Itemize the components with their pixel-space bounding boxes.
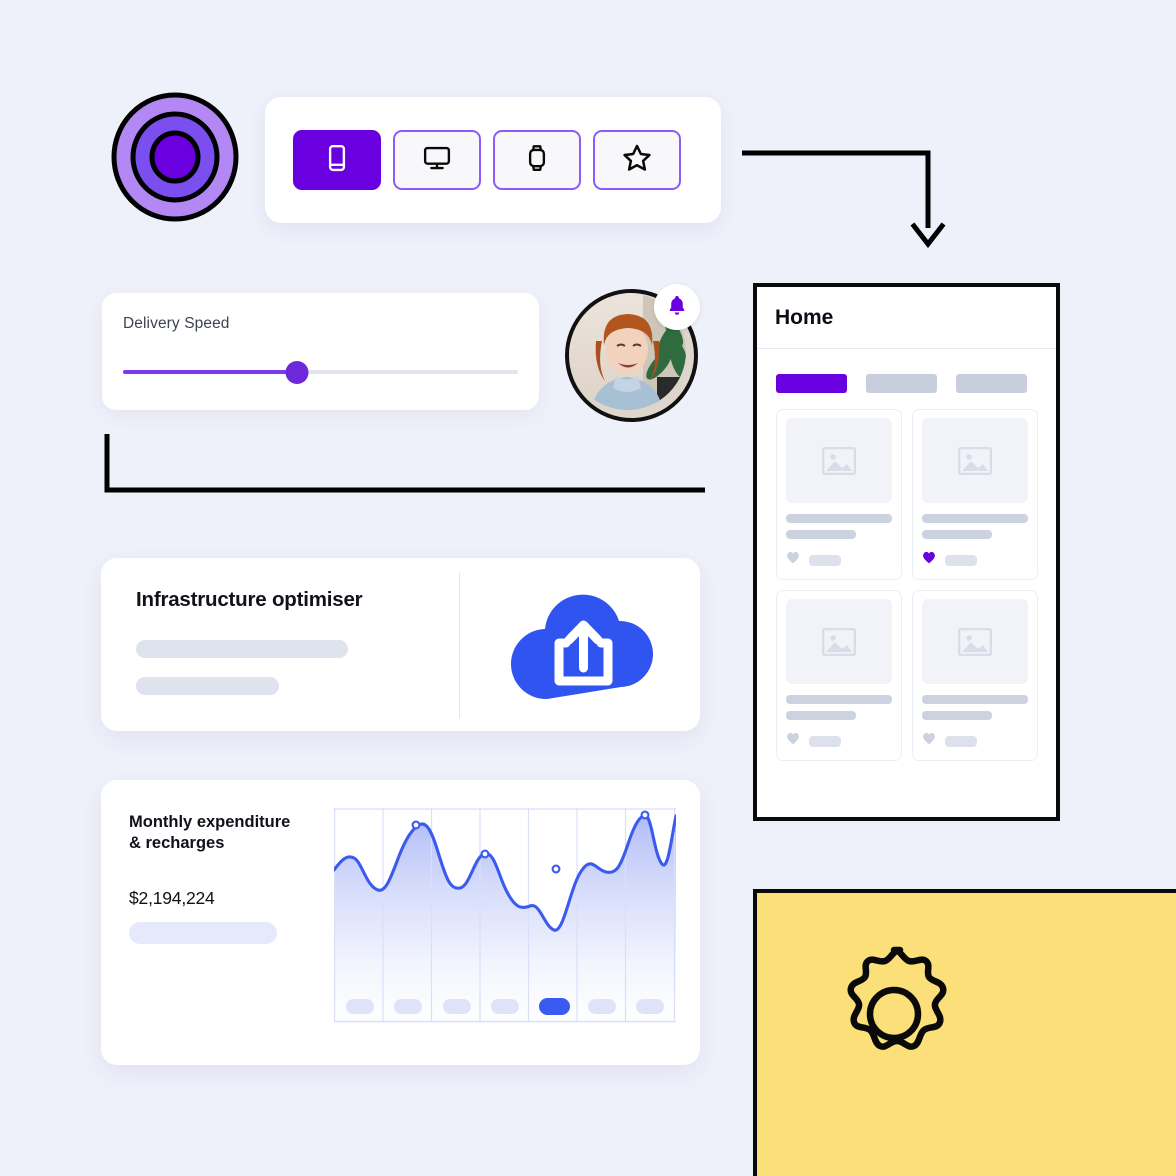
chart-pill-active [539, 998, 570, 1015]
mobile-phone-icon [322, 143, 352, 178]
placeholder-line [922, 695, 1028, 704]
canvas: Delivery Speed Infrastructure optimiser … [0, 0, 1176, 1176]
chart-marker [640, 810, 650, 820]
placeholder-line [786, 514, 892, 523]
concentric-rings-logo [111, 92, 239, 222]
chart-pill [394, 999, 422, 1014]
expenditure-area-chart [334, 808, 676, 1030]
placeholder-line [136, 640, 348, 658]
chart-pill [443, 999, 471, 1014]
price-placeholder [809, 735, 841, 747]
image-placeholder [786, 418, 892, 503]
chart-marker [551, 864, 561, 874]
placeholder-line [922, 514, 1028, 523]
heart-icon-active[interactable] [922, 551, 936, 569]
filter-chips [757, 349, 1056, 393]
filter-chip-3[interactable] [956, 374, 1027, 393]
filter-chip-1[interactable] [776, 374, 847, 393]
connector-arrow-middle [104, 434, 705, 493]
chart-pill [491, 999, 519, 1014]
device-toggle-bar [265, 97, 721, 223]
product-card[interactable] [776, 590, 902, 761]
delivery-speed-card: Delivery Speed [102, 293, 539, 410]
notification-badge[interactable] [654, 284, 700, 330]
slider-thumb[interactable] [285, 361, 309, 384]
chart-pill [346, 999, 374, 1014]
phone-header: Home [757, 287, 1056, 349]
bell-icon [666, 294, 688, 321]
placeholder-bar [129, 922, 277, 944]
placeholder-line [786, 711, 856, 720]
price-placeholder [809, 554, 841, 566]
price-placeholder [945, 554, 977, 566]
chart-title-line-2: & recharges [129, 834, 225, 852]
placeholder-line [786, 695, 892, 704]
heart-icon[interactable] [786, 732, 800, 750]
heart-icon[interactable] [922, 732, 936, 750]
placeholder-line [786, 530, 856, 539]
image-placeholder [922, 599, 1028, 684]
gear-icon[interactable] [824, 944, 964, 1089]
product-card[interactable] [776, 409, 902, 580]
product-grid [757, 393, 1056, 761]
image-placeholder-icon [958, 446, 992, 475]
device-button-mobile[interactable] [293, 130, 381, 190]
device-button-watch[interactable] [493, 130, 581, 190]
placeholder-line [136, 677, 279, 695]
divider [459, 572, 460, 718]
placeholder-line [922, 711, 992, 720]
phone-mockup: Home [753, 283, 1060, 821]
image-placeholder-icon [822, 446, 856, 475]
infrastructure-optimiser-card: Infrastructure optimiser [101, 558, 700, 731]
image-placeholder [786, 599, 892, 684]
smartwatch-icon [522, 143, 552, 178]
slider-fill [123, 370, 297, 374]
chart-title: Monthly expenditure & recharges [129, 812, 290, 854]
filter-chip-2[interactable] [866, 374, 937, 393]
image-placeholder-icon [822, 627, 856, 656]
card-footer [922, 551, 1028, 569]
price-placeholder [945, 735, 977, 747]
image-placeholder [922, 418, 1028, 503]
card-footer [786, 551, 892, 569]
card-footer [786, 732, 892, 750]
card-title: Infrastructure optimiser [136, 588, 363, 611]
product-card[interactable] [912, 590, 1038, 761]
device-button-favourites[interactable] [593, 130, 681, 190]
product-card[interactable] [912, 409, 1038, 580]
chart-title-line-1: Monthly expenditure [129, 813, 291, 831]
monthly-expenditure-card: Monthly expenditure & recharges $2,194,2… [101, 780, 700, 1065]
chart-pill [588, 999, 616, 1014]
delivery-speed-label: Delivery Speed [123, 315, 230, 332]
heart-icon[interactable] [786, 551, 800, 569]
delivery-speed-slider[interactable] [123, 361, 518, 384]
device-button-desktop[interactable] [393, 130, 481, 190]
chart-marker [480, 849, 490, 859]
page-title: Home [775, 305, 834, 329]
chart-marker [411, 820, 421, 830]
chart-pill [636, 999, 664, 1014]
image-placeholder-icon [958, 627, 992, 656]
connector-arrow-top [742, 150, 946, 249]
card-footer [922, 732, 1028, 750]
chart-total-value: $2,194,224 [129, 888, 215, 908]
settings-panel [753, 889, 1176, 1176]
cloud-upload-icon[interactable] [506, 581, 661, 714]
placeholder-line [922, 530, 992, 539]
desktop-monitor-icon [422, 143, 452, 178]
star-icon [621, 142, 653, 179]
